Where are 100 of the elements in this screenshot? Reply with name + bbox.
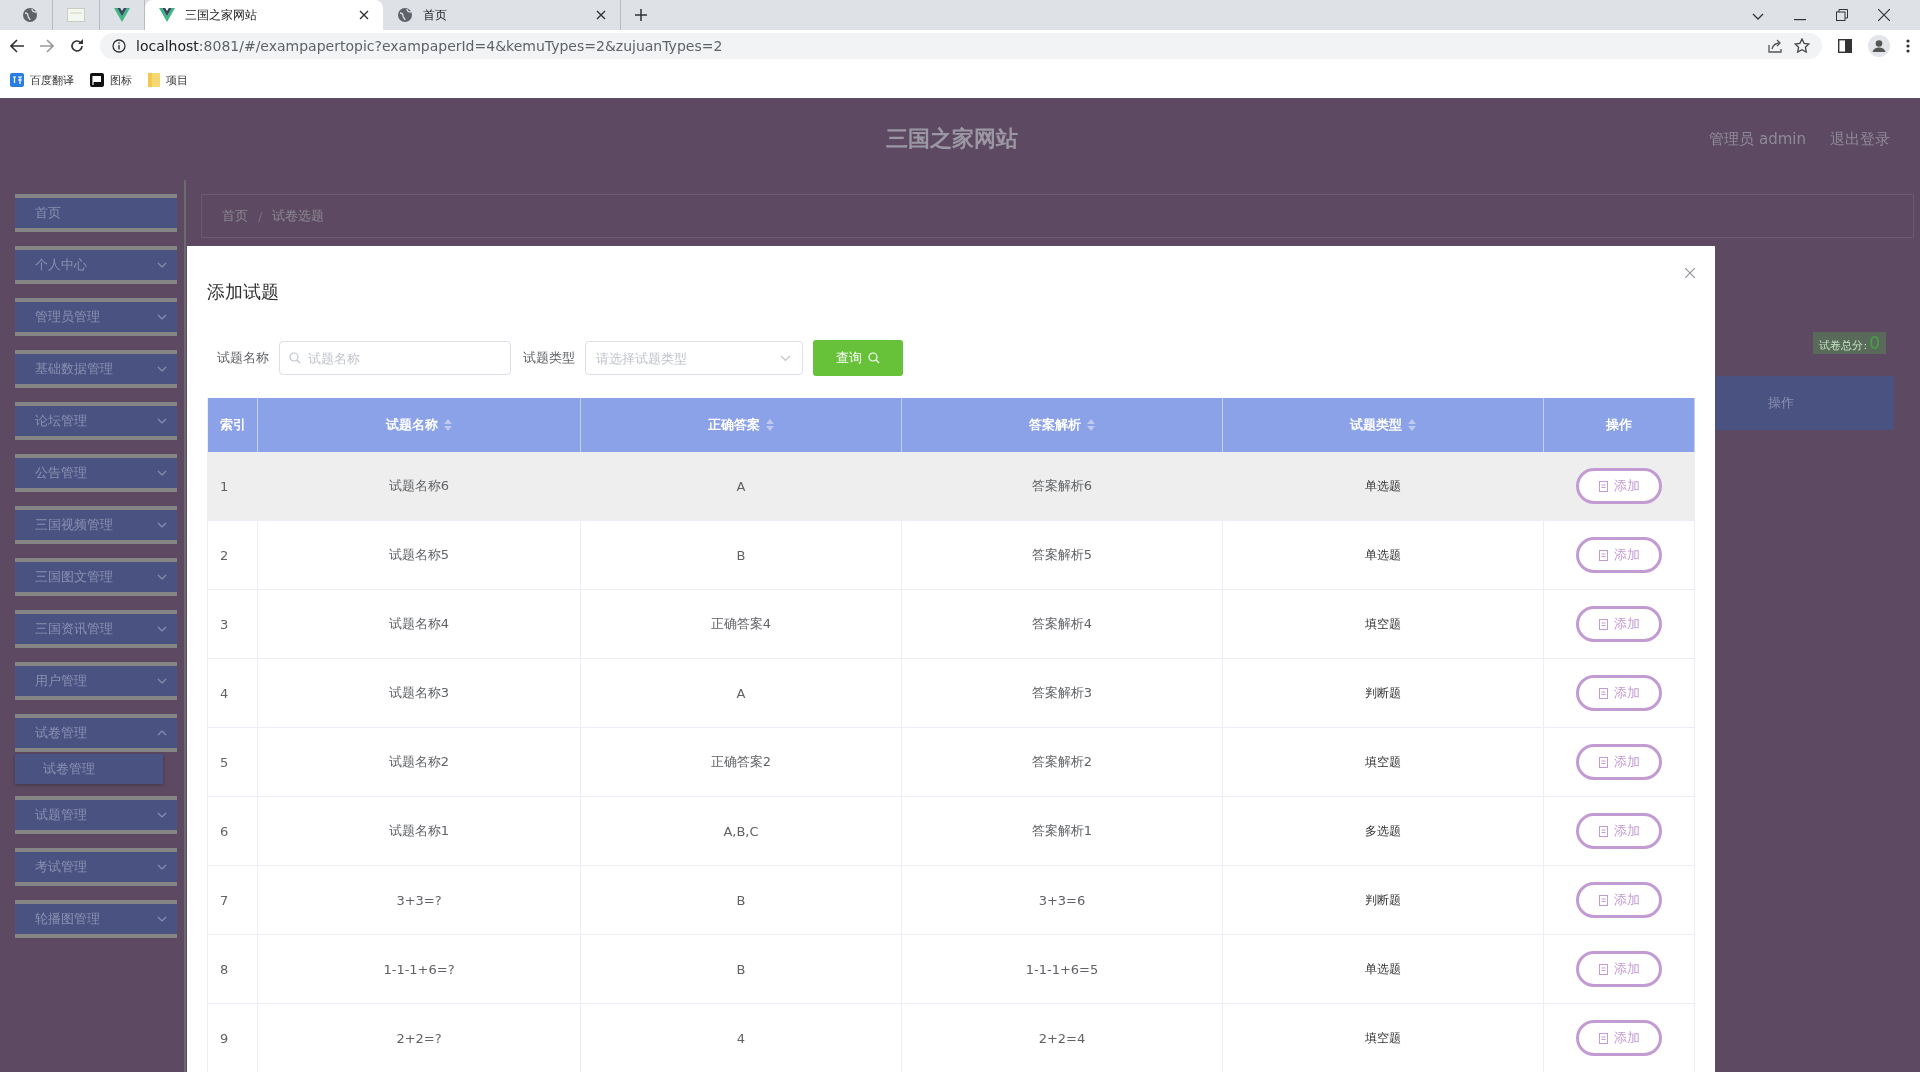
submenu-item[interactable]: 试卷管理 (15, 754, 163, 784)
translate-icon (10, 73, 24, 87)
table-cell: 8 (208, 935, 258, 1003)
add-button[interactable]: 添加 (1576, 468, 1662, 504)
table-cell: 2 (208, 521, 258, 589)
restore-icon[interactable] (1836, 9, 1848, 21)
table-cell: 2+2=? (258, 1004, 581, 1072)
flag-icon (90, 73, 104, 87)
close-icon[interactable] (596, 10, 606, 20)
bookmark[interactable]: 百度翻译 (10, 72, 74, 88)
sort-icon (1408, 419, 1416, 431)
star-icon[interactable] (1794, 38, 1810, 54)
table-cell: A,B,C (581, 797, 902, 865)
menu-item[interactable]: 首页 (15, 194, 177, 232)
add-button[interactable]: 添加 (1576, 882, 1662, 918)
menu-item[interactable]: 管理员管理 (15, 298, 177, 336)
side-panel-icon[interactable] (1838, 39, 1852, 53)
table-cell: 试题名称6 (258, 452, 581, 520)
menu-item[interactable]: 基础数据管理 (15, 350, 177, 388)
back-icon[interactable] (10, 39, 24, 53)
document-icon (1598, 480, 1608, 492)
table-cell: B (581, 521, 902, 589)
table-cell: 填空题 (1223, 728, 1544, 796)
table-cell: 答案解析2 (902, 728, 1223, 796)
sort-icon (1087, 419, 1095, 431)
profile-icon[interactable] (1868, 35, 1890, 57)
add-button[interactable]: 添加 (1576, 744, 1662, 780)
table-cell: 判断题 (1223, 659, 1544, 727)
table-cell: 试题名称5 (258, 521, 581, 589)
bookmark[interactable]: 图标 (90, 72, 132, 88)
search-field[interactable]: 试题名称 (279, 341, 511, 375)
menu-item[interactable]: 试题管理 (15, 796, 177, 834)
document-icon (1598, 549, 1608, 561)
search-icon (868, 352, 880, 364)
table-cell: 答案解析4 (902, 590, 1223, 658)
user-name: 管理员 admin (1709, 129, 1806, 149)
sort-icon (444, 419, 452, 431)
table-cell: 1 (208, 452, 258, 520)
vue-logo-icon (114, 8, 130, 22)
menu-item[interactable]: 公告管理 (15, 454, 177, 492)
browser-tab[interactable]: 三国之家网站 (145, 0, 383, 30)
table-cell: 试题名称2 (258, 728, 581, 796)
table-cell: 试题名称3 (258, 659, 581, 727)
menu-item[interactable]: 论坛管理 (15, 402, 177, 440)
table-cell: 3+3=? (258, 866, 581, 934)
table-cell: B (581, 866, 902, 934)
table-cell: 9 (208, 1004, 258, 1072)
table-cell: A (581, 659, 902, 727)
minimize-icon[interactable] (1794, 19, 1806, 21)
add-button[interactable]: 添加 (1576, 537, 1662, 573)
vue-logo-icon (159, 8, 175, 22)
document-icon (1598, 756, 1608, 768)
table-cell: 4 (208, 659, 258, 727)
table-cell: 4 (581, 1004, 902, 1072)
chevron-down-icon (780, 355, 791, 362)
add-button[interactable]: 添加 (1576, 675, 1662, 711)
close-icon[interactable] (359, 10, 369, 20)
table-cell: 3 (208, 590, 258, 658)
document-icon (1598, 687, 1608, 699)
add-button[interactable]: 添加 (1576, 813, 1662, 849)
page-icon (67, 8, 85, 22)
folder-icon (148, 73, 160, 87)
address-bar[interactable]: localhost:8081/#/exampapertopic?exampaperId=4&kemuTypes=2&zujuanTypes=2 (100, 33, 1822, 59)
table-cell: 试题名称1 (258, 797, 581, 865)
table-cell: B (581, 935, 902, 1003)
score-label: 试卷总分: (1819, 338, 1868, 353)
menu-item[interactable]: 试卷管理 (15, 714, 177, 752)
forward-icon[interactable] (40, 39, 54, 53)
menu-item[interactable]: 个人中心 (15, 246, 177, 284)
table-cell: 多选题 (1223, 797, 1544, 865)
table-cell: 正确答案4 (581, 590, 902, 658)
site-title: 三国之家网站 (886, 125, 1018, 153)
table-cell: 1-1-1+6=? (258, 935, 581, 1003)
breadcrumb-item[interactable]: 试卷选题 (272, 207, 325, 225)
table-cell: 3+3=6 (902, 866, 1223, 934)
chevron-down-icon[interactable] (1752, 13, 1764, 21)
menu-item[interactable]: 考试管理 (15, 848, 177, 886)
logout-link[interactable]: 退出登录 (1830, 129, 1890, 149)
document-icon (1598, 825, 1608, 837)
menu-item[interactable]: 轮播图管理 (15, 900, 177, 938)
add-button[interactable]: 添加 (1576, 606, 1662, 642)
share-icon[interactable] (1768, 39, 1784, 53)
new-tab-icon[interactable] (635, 9, 647, 21)
globe-icon (397, 7, 413, 23)
search-button[interactable]: 查询 (813, 340, 903, 376)
type-select[interactable]: 请选择试题类型 (585, 341, 803, 375)
document-icon (1598, 618, 1608, 630)
document-icon (1598, 894, 1608, 906)
more-menu-icon[interactable] (1906, 39, 1910, 53)
add-button[interactable]: 添加 (1576, 1020, 1662, 1056)
table-cell: 判断题 (1223, 866, 1544, 934)
reload-icon[interactable] (70, 39, 84, 53)
table-cell: 答案解析3 (902, 659, 1223, 727)
menu-item[interactable]: 用户管理 (15, 662, 177, 700)
table-cell: 单选题 (1223, 452, 1544, 520)
add-button[interactable]: 添加 (1576, 951, 1662, 987)
table-cell: 7 (208, 866, 258, 934)
table-cell: 6 (208, 797, 258, 865)
bookmark[interactable]: 项目 (148, 72, 188, 88)
close-icon[interactable] (1878, 9, 1890, 21)
